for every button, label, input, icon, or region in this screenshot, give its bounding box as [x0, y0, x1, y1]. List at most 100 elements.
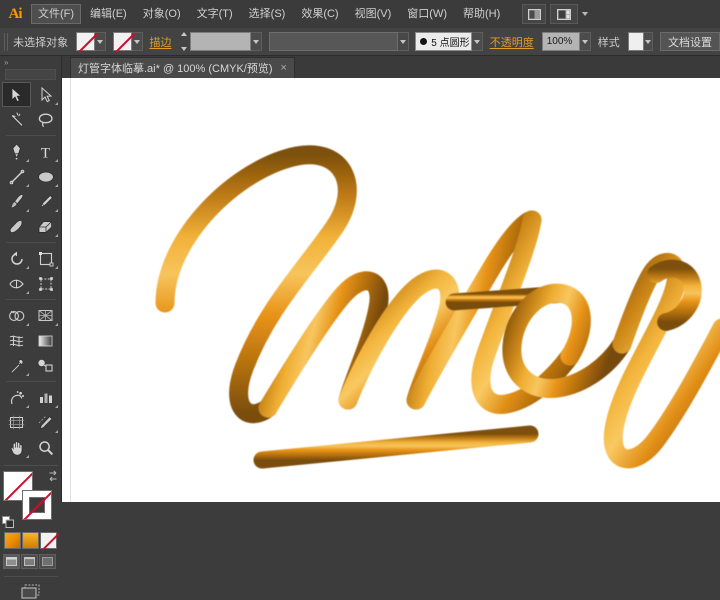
blob-brush-tool[interactable]	[2, 214, 31, 239]
flyout-indicator-icon	[55, 323, 58, 326]
flyout-indicator-icon	[26, 209, 29, 212]
flyout-indicator-icon	[26, 291, 29, 294]
menu-view[interactable]: 视图(V)	[348, 4, 399, 24]
mesh-tool[interactable]	[2, 328, 31, 353]
none-button[interactable]	[40, 532, 57, 549]
symbol-sprayer-tool[interactable]	[2, 385, 31, 410]
direct-selection-tool[interactable]	[31, 82, 60, 107]
zoom-tool[interactable]	[31, 435, 60, 460]
brush-definition-chevron-down-icon[interactable]	[472, 32, 483, 51]
stroke-profile-input[interactable]	[269, 32, 398, 51]
screen-mode-buttons	[3, 554, 61, 569]
free-transform-tool[interactable]	[31, 271, 60, 296]
opacity-label[interactable]: 不透明度	[490, 34, 534, 50]
perspective-grid-tool[interactable]	[31, 303, 60, 328]
rotate-tool[interactable]	[2, 246, 31, 271]
menu-help[interactable]: 帮助(H)	[456, 4, 507, 24]
change-screen-mode-button[interactable]	[0, 583, 61, 600]
brush-definition-value: 5 点圆形	[431, 34, 469, 49]
menu-select[interactable]: 选择(S)	[242, 4, 293, 24]
slice-tool[interactable]	[31, 410, 60, 435]
paintbrush-tool[interactable]	[2, 189, 31, 214]
arrange-documents-icon[interactable]	[522, 4, 546, 24]
eyedropper-tool[interactable]	[2, 353, 31, 378]
stroke-swatch[interactable]	[113, 32, 132, 51]
menu-file[interactable]: 文件(F)	[31, 4, 81, 24]
tools-panel-collapse-button[interactable]: »	[0, 56, 61, 69]
shape-builder-tool[interactable]	[2, 303, 31, 328]
full-screen-menubar-mode[interactable]	[21, 554, 38, 569]
ellipse-tool[interactable]	[31, 164, 60, 189]
tool-divider	[4, 465, 58, 466]
flyout-indicator-icon	[55, 234, 58, 237]
control-bar-grip[interactable]	[4, 33, 8, 51]
stroke-swatch-group[interactable]	[113, 32, 143, 51]
menu-window[interactable]: 窗口(W)	[400, 4, 454, 24]
brush-definition-input[interactable]: 5 点圆形	[415, 32, 472, 51]
fill-stroke-indicator	[2, 470, 60, 528]
width-tool[interactable]	[2, 271, 31, 296]
flyout-indicator-icon	[26, 159, 29, 162]
stroke-weight-chevron-down-icon[interactable]	[251, 32, 262, 51]
tools-panel: » T	[0, 56, 62, 502]
blend-tool[interactable]	[31, 353, 60, 378]
tools-panel-titlebar[interactable]	[5, 69, 56, 80]
workspace-chevron-down-icon[interactable]	[582, 12, 588, 16]
menu-object[interactable]: 对象(O)	[136, 4, 188, 24]
menu-effect[interactable]: 效果(C)	[294, 4, 345, 24]
type-tool[interactable]: T	[31, 139, 60, 164]
line-segment-tool[interactable]	[2, 164, 31, 189]
illustrator-window: Ai 文件(F) 编辑(E) 对象(O) 文字(T) 选择(S) 效果(C) 视…	[0, 0, 720, 502]
brush-dot-icon	[420, 38, 427, 45]
normal-screen-mode[interactable]	[3, 554, 20, 569]
color-mode-buttons	[4, 532, 61, 549]
close-icon[interactable]: ×	[281, 63, 287, 73]
fill-swatch[interactable]	[76, 32, 95, 51]
scale-tool[interactable]	[31, 246, 60, 271]
flyout-indicator-icon	[55, 266, 58, 269]
opacity-input[interactable]: 100%	[542, 32, 580, 51]
gradient-button[interactable]	[22, 532, 39, 549]
document-setup-button[interactable]: 文档设置	[660, 32, 720, 51]
flyout-indicator-icon	[26, 455, 29, 458]
opacity-chevron-down-icon[interactable]	[580, 32, 591, 51]
tool-divider	[6, 242, 56, 243]
flyout-indicator-icon	[55, 184, 58, 187]
selection-tool[interactable]	[2, 82, 31, 107]
menu-bar: Ai 文件(F) 编辑(E) 对象(O) 文字(T) 选择(S) 效果(C) 视…	[0, 0, 720, 29]
stroke-weight-label[interactable]: 描边	[150, 34, 172, 50]
flyout-indicator-icon	[55, 430, 58, 433]
swap-fill-stroke-icon[interactable]	[47, 470, 59, 482]
lasso-tool[interactable]	[31, 107, 60, 132]
inter-lettering-artwork[interactable]	[62, 78, 720, 502]
hand-tool[interactable]	[2, 435, 31, 460]
gradient-tool[interactable]	[31, 328, 60, 353]
stroke-color-indicator[interactable]	[22, 490, 52, 520]
default-fill-stroke-icon[interactable]	[2, 516, 14, 528]
menu-type[interactable]: 文字(T)	[190, 4, 240, 24]
full-screen-mode[interactable]	[39, 554, 56, 569]
document-canvas[interactable]	[62, 78, 720, 502]
column-graph-tool[interactable]	[31, 385, 60, 410]
flyout-indicator-icon	[26, 373, 29, 376]
magic-wand-tool[interactable]	[2, 107, 31, 132]
graphic-style-chevron-down-icon[interactable]	[644, 32, 653, 51]
menu-edit[interactable]: 编辑(E)	[83, 4, 134, 24]
stroke-profile-chevron-down-icon[interactable]	[398, 32, 409, 51]
flyout-indicator-icon	[55, 159, 58, 162]
control-bar: 未选择对象 描边 5 点圆形 不透明度 100% 样式	[0, 28, 720, 56]
stroke-weight-input[interactable]	[190, 32, 252, 51]
pencil-tool[interactable]	[31, 189, 60, 214]
artboard-tool[interactable]	[2, 410, 31, 435]
tool-divider	[4, 576, 58, 577]
color-button[interactable]	[4, 532, 21, 549]
style-label: 样式	[598, 34, 620, 50]
graphic-style-swatch[interactable]	[628, 32, 644, 51]
flyout-indicator-icon	[55, 405, 58, 408]
eraser-tool[interactable]	[31, 214, 60, 239]
fill-swatch-group[interactable]	[76, 32, 106, 51]
document-tab[interactable]: 灯管字体临摹.ai* @ 100% (CMYK/预览) ×	[70, 57, 295, 78]
workspace-switcher-icon[interactable]	[550, 4, 578, 24]
pen-tool[interactable]	[2, 139, 31, 164]
stroke-weight-stepper[interactable]	[180, 32, 189, 51]
